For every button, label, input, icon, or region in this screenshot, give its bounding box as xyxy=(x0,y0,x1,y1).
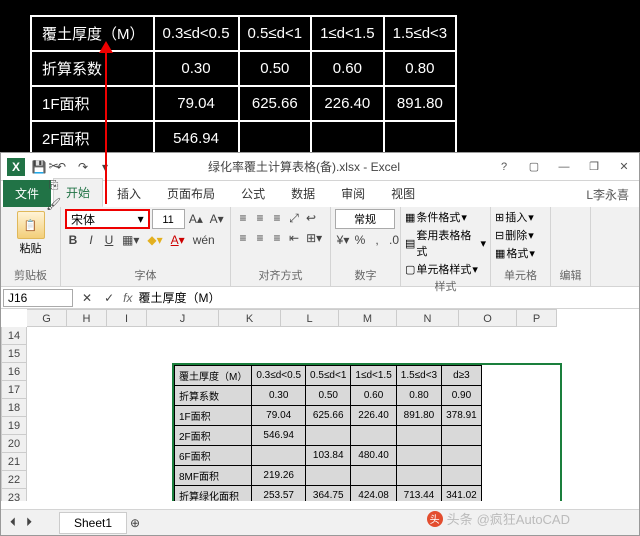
table-icon: ▤ xyxy=(405,237,415,250)
annotation-arrow xyxy=(105,44,107,204)
ribbon-toggle-icon[interactable]: ▢ xyxy=(519,156,549,178)
cad-h2: 0.5≤d<1 xyxy=(239,16,312,51)
format-painter-icon[interactable]: 🖌 xyxy=(43,195,64,213)
fx-icon[interactable]: fx xyxy=(123,291,132,305)
window-title: 绿化率覆土计算表格(备).xlsx - Excel xyxy=(119,158,489,175)
row-header[interactable]: 23 xyxy=(1,489,27,501)
merge-icon[interactable]: ⊞▾ xyxy=(303,229,325,247)
formula-bar[interactable]: 覆土厚度（M） xyxy=(138,289,220,306)
align-center-icon[interactable]: ≡ xyxy=(252,229,268,247)
number-format[interactable]: 常规 xyxy=(335,209,395,229)
italic-button[interactable]: I xyxy=(83,231,99,249)
grid[interactable]: GHIJKLMNOP 1415161718192021222324 覆土厚度（M… xyxy=(1,309,639,501)
tab-insert[interactable]: 插入 xyxy=(105,180,153,207)
font-select[interactable]: 宋体▾ xyxy=(65,209,150,229)
user-label[interactable]: L李永喜 xyxy=(576,182,639,207)
inc-dec-icon[interactable]: .0 xyxy=(386,231,402,249)
cad-h3: 1≤d<1.5 xyxy=(311,16,384,51)
currency-icon[interactable]: ¥▾ xyxy=(335,231,351,249)
minimize-button[interactable]: — xyxy=(549,156,579,178)
border-icon[interactable]: ▦▾ xyxy=(119,231,142,249)
row-header[interactable]: 22 xyxy=(1,471,27,489)
cancel-fx-icon[interactable]: ✕ xyxy=(79,289,95,307)
row-header[interactable]: 19 xyxy=(1,417,27,435)
sheet-nav-first-icon[interactable]: ⏴ xyxy=(5,514,21,532)
underline-button[interactable]: U xyxy=(101,231,117,249)
font-color-icon[interactable]: A▾ xyxy=(168,231,188,249)
col-header[interactable]: L xyxy=(281,309,339,327)
tab-formulas[interactable]: 公式 xyxy=(229,180,277,207)
cad-h1: 0.3≤d<0.5 xyxy=(154,16,239,51)
col-header[interactable]: O xyxy=(459,309,517,327)
add-sheet-icon[interactable]: ⊕ xyxy=(127,514,143,532)
cond-format[interactable]: ▦条件格式▾ xyxy=(405,209,486,225)
cell-style[interactable]: ▢单元格样式▾ xyxy=(405,261,486,277)
row-header[interactable]: 20 xyxy=(1,435,27,453)
phonetic-icon[interactable]: wén xyxy=(190,231,218,249)
row-header[interactable]: 14 xyxy=(1,327,27,345)
col-header[interactable]: M xyxy=(339,309,397,327)
ribbon: 📋 粘贴 ✂ ⎘ 🖌 剪贴板 宋体▾ 11 A▴ xyxy=(1,207,639,287)
enter-fx-icon[interactable]: ✓ xyxy=(101,289,117,307)
col-header[interactable]: P xyxy=(517,309,557,327)
cond-icon: ▦ xyxy=(405,211,415,224)
col-header[interactable]: G xyxy=(27,309,67,327)
row-header[interactable]: 21 xyxy=(1,453,27,471)
namebox[interactable] xyxy=(3,289,73,307)
watermark-logo-icon: 头 xyxy=(427,511,443,527)
align-bot-icon[interactable]: ≡ xyxy=(269,209,285,227)
tab-view[interactable]: 视图 xyxy=(379,180,427,207)
cad-h0: 覆土厚度（M） xyxy=(31,16,154,51)
ribbon-tabs: 文件 开始 插入 页面布局 公式 数据 审阅 视图 L李永喜 xyxy=(1,181,639,207)
percent-icon[interactable]: % xyxy=(352,231,368,249)
row-header[interactable]: 17 xyxy=(1,381,27,399)
help-icon[interactable]: ? xyxy=(489,156,519,178)
row-header[interactable]: 15 xyxy=(1,345,27,363)
col-header[interactable]: N xyxy=(397,309,459,327)
wrap-icon[interactable]: ↩ xyxy=(303,209,319,227)
watermark: 头 头条 @疯狂AutoCAD xyxy=(427,509,570,528)
col-header[interactable]: H xyxy=(67,309,107,327)
grow-font-icon[interactable]: A▴ xyxy=(187,210,206,228)
format-cells[interactable]: ▦格式▾ xyxy=(495,245,546,261)
col-header[interactable]: K xyxy=(219,309,281,327)
cad-table: 覆土厚度（M） 0.3≤d<0.5 0.5≤d<1 1≤d<1.5 1.5≤d<… xyxy=(30,15,457,157)
row-header[interactable]: 16 xyxy=(1,363,27,381)
titlebar: X 💾 ↶ ↷ ▾ 绿化率覆土计算表格(备).xlsx - Excel ? ▢ … xyxy=(1,153,639,181)
close-button[interactable]: ✕ xyxy=(609,156,639,178)
cut-icon[interactable]: ✂ xyxy=(43,157,64,175)
align-left-icon[interactable]: ≡ xyxy=(235,229,251,247)
tab-review[interactable]: 审阅 xyxy=(329,180,377,207)
excel-icon: X xyxy=(7,158,25,176)
delete-cells[interactable]: ⊟删除▾ xyxy=(495,227,546,243)
cell-icon: ▢ xyxy=(405,263,415,276)
font-size[interactable]: 11 xyxy=(152,209,185,229)
copy-icon[interactable]: ⎘ xyxy=(43,176,64,194)
bold-button[interactable]: B xyxy=(65,231,81,249)
align-mid-icon[interactable]: ≡ xyxy=(252,209,268,227)
tab-layout[interactable]: 页面布局 xyxy=(155,180,227,207)
paste-icon: 📋 xyxy=(17,211,45,239)
comma-icon[interactable]: , xyxy=(369,231,385,249)
align-top-icon[interactable]: ≡ xyxy=(235,209,251,227)
paste-button[interactable]: 📋 粘贴 xyxy=(5,209,56,258)
col-header[interactable]: I xyxy=(107,309,147,327)
sheet-nav-last-icon[interactable]: ⏵ xyxy=(21,514,37,532)
indent-dec-icon[interactable]: ⇤ xyxy=(286,229,302,247)
row-header[interactable]: 18 xyxy=(1,399,27,417)
tab-data[interactable]: 数据 xyxy=(279,180,327,207)
cad-h4: 1.5≤d<3 xyxy=(384,16,457,51)
restore-button[interactable]: ❐ xyxy=(579,156,609,178)
redo-icon[interactable]: ↷ xyxy=(75,159,91,175)
orient-icon[interactable]: ⤢ xyxy=(286,209,302,227)
insert-cells[interactable]: ⊞插入▾ xyxy=(495,209,546,225)
fill-color-icon[interactable]: ◆▾ xyxy=(144,231,165,249)
shrink-font-icon[interactable]: A▾ xyxy=(207,210,226,228)
align-right-icon[interactable]: ≡ xyxy=(269,229,285,247)
excel-window: X 💾 ↶ ↷ ▾ 绿化率覆土计算表格(备).xlsx - Excel ? ▢ … xyxy=(0,152,640,536)
sheet-tab[interactable]: Sheet1 xyxy=(59,512,127,534)
col-header[interactable]: J xyxy=(147,309,219,327)
table-format[interactable]: ▤套用表格格式▾ xyxy=(405,227,486,259)
